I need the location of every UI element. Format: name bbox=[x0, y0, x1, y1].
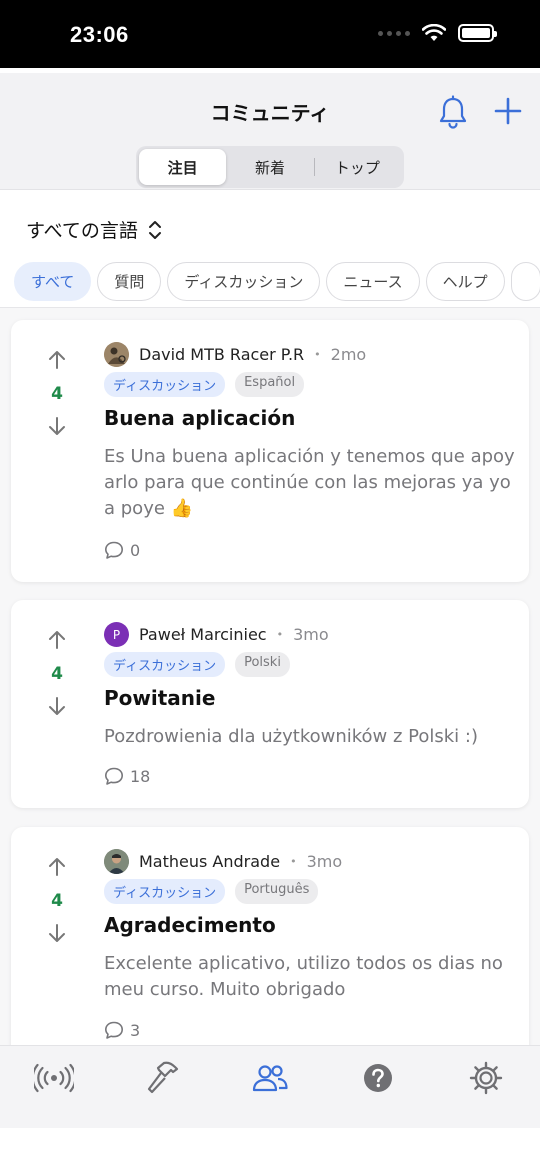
category-badge: ディスカッション bbox=[104, 879, 226, 904]
post-time: 3mo bbox=[306, 852, 343, 871]
language-badge: Polski bbox=[235, 652, 290, 677]
status-icons bbox=[378, 24, 497, 42]
comment-count-value: 0 bbox=[130, 540, 141, 560]
post-meta: Matheus Andrade • 3mo bbox=[104, 849, 342, 874]
wifi-icon bbox=[422, 24, 446, 41]
language-selector[interactable]: すべての言語 bbox=[26, 216, 162, 243]
downvote-arrow-icon[interactable] bbox=[45, 921, 69, 945]
bell-icon[interactable] bbox=[437, 95, 469, 131]
meta-separator: • bbox=[290, 855, 297, 868]
filter-chip-news[interactable]: ニュース bbox=[326, 262, 420, 301]
author-name[interactable]: Matheus Andrade bbox=[139, 852, 280, 871]
downvote-arrow-icon[interactable] bbox=[45, 694, 69, 718]
post-card[interactable]: 4 Matheus Andrade • 3mo ディスカッション Portugu… bbox=[11, 827, 529, 1045]
comment-count[interactable]: 0 bbox=[104, 540, 140, 560]
post-meta: David MTB Racer P.R • 2mo bbox=[104, 342, 366, 367]
post-meta: P Paweł Marciniec • 3mo bbox=[104, 622, 329, 647]
comment-count-value: 18 bbox=[130, 766, 151, 786]
tab-help[interactable] bbox=[356, 1060, 400, 1096]
vote-count: 4 bbox=[51, 891, 63, 911]
post-body: Pozdrowienia dla użytkowników z Polski :… bbox=[104, 726, 478, 747]
comment-count[interactable]: 18 bbox=[104, 766, 150, 786]
comment-bubble-icon bbox=[105, 767, 123, 785]
author-name[interactable]: Paweł Marciniec bbox=[139, 625, 267, 644]
battery-icon bbox=[458, 24, 497, 42]
post-feed[interactable]: 4 David MTB Racer P.R • 2mo ディスカッション Esp… bbox=[0, 308, 540, 1045]
avatar[interactable] bbox=[104, 342, 129, 367]
language-badge: Português bbox=[235, 879, 319, 904]
filter-chip-all[interactable]: すべて bbox=[14, 262, 92, 301]
language-selector-label: すべての言語 bbox=[26, 220, 138, 242]
meta-separator: • bbox=[314, 348, 321, 361]
sort-segmented-control: 注目 新着 トップ bbox=[136, 146, 404, 188]
vote-control: 4 bbox=[41, 348, 73, 438]
community-header: コミュニティ 注目 新着 トップ bbox=[0, 68, 540, 190]
community-icon bbox=[252, 1065, 288, 1092]
post-card[interactable]: 4 P Paweł Marciniec • 3mo ディスカッション Polsk… bbox=[11, 600, 529, 808]
upvote-arrow-icon[interactable] bbox=[45, 628, 69, 652]
tab-community[interactable] bbox=[248, 1060, 292, 1096]
filter-chip-question[interactable]: 質問 bbox=[97, 262, 162, 301]
filter-chip-help[interactable]: ヘルプ bbox=[425, 262, 505, 301]
vote-count: 4 bbox=[51, 664, 63, 684]
post-card[interactable]: 4 David MTB Racer P.R • 2mo ディスカッション Esp… bbox=[11, 320, 529, 582]
home-indicator-area bbox=[0, 1128, 540, 1171]
tab-broadcast[interactable] bbox=[32, 1060, 76, 1096]
vote-count: 4 bbox=[51, 384, 63, 404]
post-title[interactable]: Powitanie bbox=[104, 686, 215, 710]
meta-separator: • bbox=[276, 628, 284, 641]
comment-count-value: 3 bbox=[130, 1020, 141, 1040]
help-icon bbox=[364, 1064, 392, 1092]
vote-control: 4 bbox=[41, 628, 73, 718]
post-time: 3mo bbox=[293, 625, 329, 644]
tab-tools[interactable] bbox=[140, 1060, 184, 1096]
comment-bubble-icon bbox=[105, 541, 123, 559]
filter-chip-more[interactable] bbox=[510, 262, 540, 301]
plus-icon[interactable] bbox=[493, 96, 523, 126]
author-name[interactable]: David MTB Racer P.R bbox=[139, 345, 304, 364]
post-body: Excelente aplicativo, utilizo todos os d… bbox=[104, 953, 503, 1000]
category-badge: ディスカッション bbox=[104, 372, 226, 397]
status-time: 23:06 bbox=[70, 22, 129, 47]
post-tags: ディスカッション Português bbox=[104, 879, 319, 904]
filter-chip-discussion[interactable]: ディスカッション bbox=[167, 262, 321, 301]
broadcast-icon bbox=[34, 1063, 74, 1093]
tab-new[interactable]: 新着 bbox=[226, 149, 313, 185]
language-badge: Español bbox=[235, 372, 305, 397]
cellular-signal-icon bbox=[378, 30, 410, 36]
upvote-arrow-icon[interactable] bbox=[45, 855, 69, 879]
post-tags: ディスカッション Español bbox=[104, 372, 305, 397]
settings-icon bbox=[469, 1061, 503, 1095]
filter-chips: すべて 質問 ディスカッション ニュース ヘルプ bbox=[14, 262, 540, 301]
post-body: Es Una buena aplicación y tenemos que ap… bbox=[104, 446, 515, 519]
tab-top[interactable]: トップ bbox=[313, 149, 401, 185]
post-title[interactable]: Agradecimento bbox=[104, 913, 276, 937]
post-tags: ディスカッション Polski bbox=[104, 652, 290, 677]
tab-bar bbox=[0, 1045, 540, 1128]
hammer-icon bbox=[147, 1061, 179, 1094]
chevron-up-down-icon bbox=[148, 220, 161, 239]
comment-count[interactable]: 3 bbox=[104, 1020, 140, 1040]
downvote-arrow-icon[interactable] bbox=[45, 414, 69, 438]
tab-settings[interactable] bbox=[464, 1060, 508, 1096]
upvote-arrow-icon[interactable] bbox=[45, 348, 69, 372]
avatar[interactable]: P bbox=[104, 622, 129, 647]
vote-control: 4 bbox=[41, 855, 73, 945]
category-badge: ディスカッション bbox=[104, 652, 226, 677]
comment-bubble-icon bbox=[105, 1021, 123, 1039]
post-time: 2mo bbox=[330, 345, 367, 364]
status-bar: 23:06 bbox=[0, 0, 540, 68]
post-title[interactable]: Buena aplicación bbox=[104, 406, 295, 430]
avatar[interactable] bbox=[104, 849, 129, 874]
tab-featured[interactable]: 注目 bbox=[139, 149, 227, 185]
